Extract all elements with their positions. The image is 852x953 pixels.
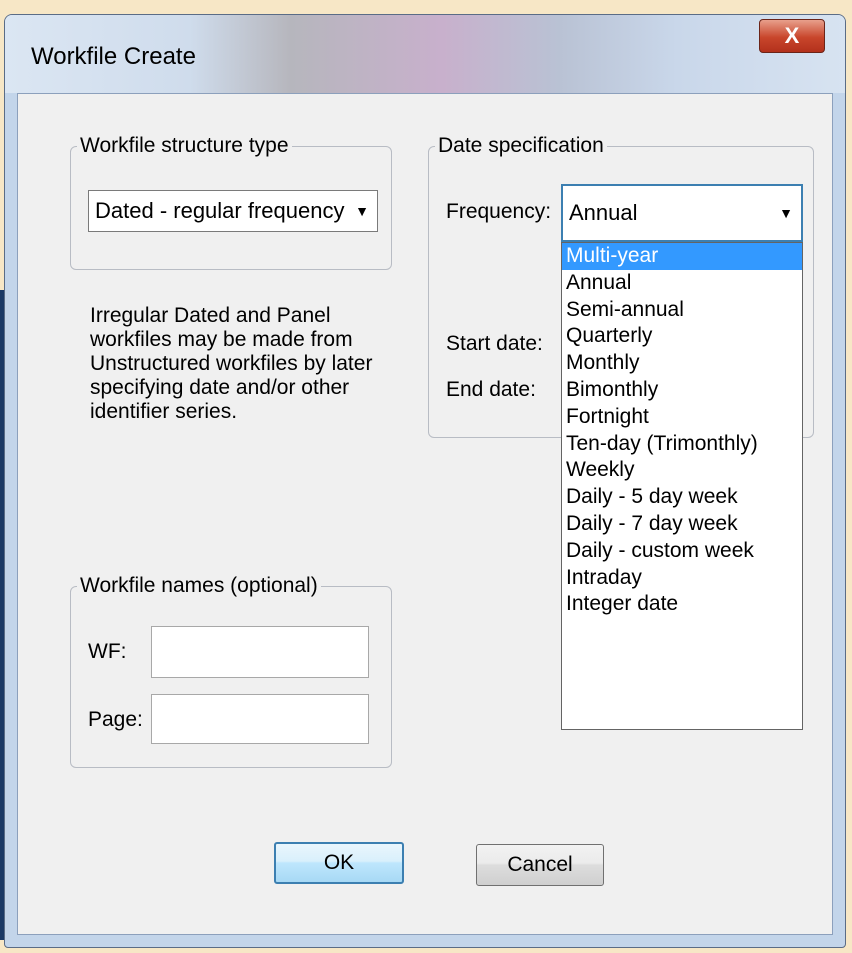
frequency-option[interactable]: Integer date (562, 591, 802, 618)
page-label: Page: (88, 708, 143, 731)
wf-label: WF: (88, 640, 127, 663)
frequency-option[interactable]: Intraday (562, 565, 802, 592)
frequency-option[interactable]: Daily - 5 day week (562, 484, 802, 511)
dialog-title: Workfile Create (31, 43, 196, 70)
chevron-down-icon: ▼ (779, 205, 793, 221)
frequency-option[interactable]: Annual (562, 270, 802, 297)
frequency-option[interactable]: Ten-day (Trimonthly) (562, 431, 802, 458)
frequency-option[interactable]: Quarterly (562, 323, 802, 350)
date-specification-legend: Date specification (438, 134, 604, 157)
frequency-option[interactable]: Daily - 7 day week (562, 511, 802, 538)
frequency-option[interactable]: Daily - custom week (562, 538, 802, 565)
wf-name-field[interactable] (151, 626, 369, 678)
start-date-label: Start date: (446, 332, 543, 355)
workfile-create-dialog: Workfile Create X Workfile structure typ… (4, 14, 846, 948)
ok-button[interactable]: OK (274, 842, 404, 884)
chevron-down-icon: ▼ (355, 203, 369, 219)
dialog-body: Workfile structure type Dated - regular … (17, 93, 833, 935)
title-bar[interactable]: Workfile Create X (5, 15, 845, 93)
frequency-option[interactable]: Bimonthly (562, 377, 802, 404)
frequency-label: Frequency: (446, 200, 552, 223)
frequency-value: Annual (569, 200, 638, 225)
structure-type-value: Dated - regular frequency (95, 198, 345, 223)
frequency-option[interactable]: Multi-year (562, 243, 802, 270)
structure-note: Irregular Dated and Panel workfiles may … (90, 304, 373, 423)
cancel-button[interactable]: Cancel (476, 844, 604, 886)
frequency-option[interactable]: Weekly (562, 457, 802, 484)
frequency-option[interactable]: Monthly (562, 350, 802, 377)
frequency-option[interactable]: Fortnight (562, 404, 802, 431)
frequency-select[interactable]: Annual ▼ (561, 184, 803, 242)
structure-type-legend: Workfile structure type (80, 134, 289, 157)
end-date-label: End date: (446, 378, 536, 401)
frequency-option[interactable]: Semi-annual (562, 297, 802, 324)
page-name-field[interactable] (151, 694, 369, 744)
frequency-dropdown-list[interactable]: Multi-year Annual Semi-annual Quarterly … (561, 242, 803, 730)
close-icon: X (784, 23, 800, 48)
structure-type-select[interactable]: Dated - regular frequency ▼ (88, 190, 378, 232)
workfile-names-legend: Workfile names (optional) (80, 574, 318, 597)
close-button[interactable]: X (759, 19, 825, 53)
